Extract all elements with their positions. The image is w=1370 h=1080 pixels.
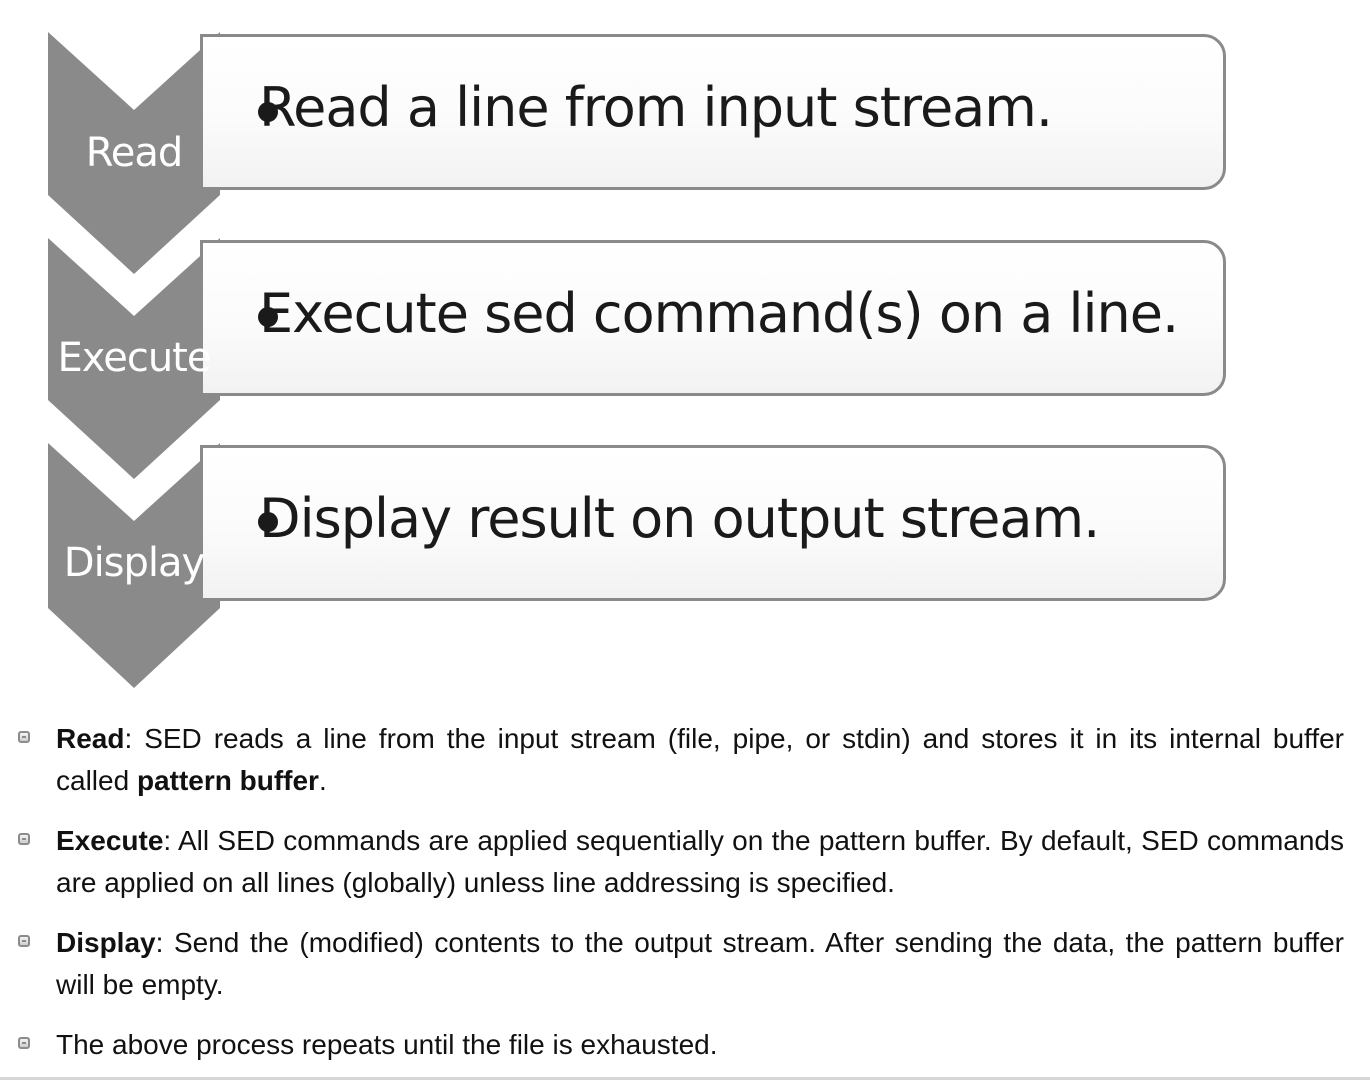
step-text-display: Display result on output stream. xyxy=(259,487,1100,550)
square-bullet-icon xyxy=(18,1037,30,1049)
step-label-read: Read xyxy=(85,130,184,176)
note-term: Display xyxy=(56,927,156,958)
step-text-execute: Execute sed command(s) on a line. xyxy=(259,282,1179,345)
step-box-display: Display result on output stream. xyxy=(200,445,1226,601)
note-text: The above process repeats until the file… xyxy=(56,1029,718,1060)
step-label-display: Display xyxy=(63,540,205,586)
square-bullet-icon xyxy=(18,731,30,743)
step-text-read: Read a line from input stream. xyxy=(259,76,1053,139)
step-box-execute: Execute sed command(s) on a line. xyxy=(200,240,1226,396)
sed-workflow-diagram: Read a line from input stream. Execute s… xyxy=(0,0,1370,700)
note-term: Read xyxy=(56,723,125,754)
bullet-dot xyxy=(258,102,278,122)
note-text: Execute: All SED commands are applied se… xyxy=(56,825,1344,898)
note-term: pattern buffer xyxy=(136,765,319,796)
bullet-dot xyxy=(258,307,278,327)
bullet-dot xyxy=(258,512,278,532)
square-bullet-icon xyxy=(18,935,30,947)
note-text: Read: SED reads a line from the input st… xyxy=(56,723,1344,796)
note-term: Execute xyxy=(56,825,164,856)
step-box-read: Read a line from input stream. xyxy=(200,34,1226,190)
step-label-execute: Execute xyxy=(57,335,212,381)
square-bullet-icon xyxy=(18,833,30,845)
note-text: Display: Send the (modified) contents to… xyxy=(56,927,1344,1000)
